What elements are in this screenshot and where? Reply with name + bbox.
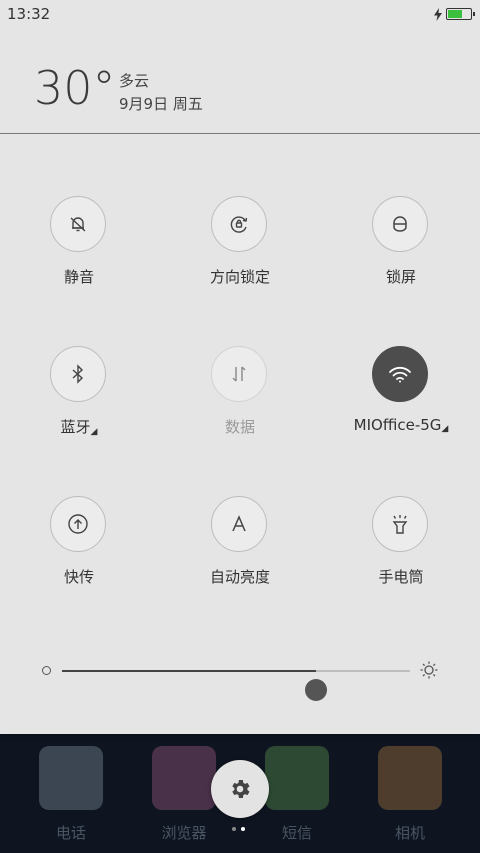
messages-app-icon[interactable] — [265, 746, 329, 810]
home-dock: 电话 浏览器 短信 相机 — [0, 734, 480, 853]
brightness-slider[interactable] — [0, 650, 480, 701]
tile-label: 方向锁定 — [209, 268, 270, 286]
upload-icon — [50, 496, 106, 552]
slider-thumb[interactable] — [305, 679, 328, 701]
weather-widget[interactable]: 30° 多云 9月9日 周五 — [0, 28, 480, 132]
tile-label: 快传 — [63, 568, 94, 586]
tile-label: 锁屏 — [385, 268, 416, 286]
divider — [0, 133, 480, 134]
lock-icon — [372, 196, 428, 252]
app-label: 短信 — [281, 824, 312, 842]
phone-app-icon[interactable] — [39, 746, 103, 810]
gear-icon — [232, 780, 250, 798]
status-icons — [434, 6, 475, 22]
tile-label: 自动亮度 — [209, 568, 270, 586]
tile-auto-brightness[interactable]: 自动亮度 — [170, 496, 310, 596]
temperature: 30° — [34, 61, 116, 115]
camera-app-icon[interactable] — [378, 746, 442, 810]
tile-flashlight[interactable]: 手电筒 — [331, 496, 471, 596]
page-indicator — [232, 827, 245, 831]
page-dot-active — [241, 827, 245, 831]
settings-button[interactable] — [211, 760, 269, 818]
slider-fill — [62, 670, 317, 672]
bluetooth-icon — [50, 346, 106, 402]
page-dot — [232, 827, 236, 831]
flashlight-icon — [372, 496, 428, 552]
tile-label: MIOffice-5G◢ — [353, 416, 449, 434]
tile-silent[interactable]: 静音 — [9, 196, 149, 296]
brightness-low-icon — [42, 666, 51, 675]
expand-indicator-icon: ◢ — [90, 427, 98, 437]
tile-label: 数据 — [224, 418, 255, 436]
tile-rotation-lock[interactable]: 方向锁定 — [170, 196, 310, 296]
notification-shade: 13:32 30° 多云 9月9日 周五 静音 方向锁定 锁屏 蓝牙◢ 数据 M… — [0, 0, 480, 734]
wifi-icon — [372, 346, 428, 402]
weather-condition: 多云 — [119, 72, 150, 90]
charging-bolt-icon — [434, 7, 442, 21]
battery-fill — [448, 10, 462, 18]
app-label: 电话 — [55, 824, 86, 842]
tile-label: 手电筒 — [378, 568, 424, 586]
battery-icon — [446, 8, 475, 20]
tile-label: 蓝牙◢ — [60, 418, 98, 437]
bell-off-icon — [50, 196, 106, 252]
tile-wifi[interactable]: MIOffice-5G◢ — [331, 346, 471, 446]
tile-bluetooth[interactable]: 蓝牙◢ — [9, 346, 149, 446]
tile-data[interactable]: 数据 — [170, 346, 310, 446]
tile-label: 静音 — [63, 268, 94, 286]
date-label: 9月9日 周五 — [119, 95, 203, 113]
auto-brightness-icon — [211, 496, 267, 552]
rotation-lock-icon — [211, 196, 267, 252]
tile-lock-screen[interactable]: 锁屏 — [331, 196, 471, 296]
tile-quick-share[interactable]: 快传 — [9, 496, 149, 596]
expand-indicator-icon: ◢ — [441, 424, 449, 434]
slider-track[interactable] — [62, 670, 410, 701]
data-arrows-icon — [211, 346, 267, 402]
app-label: 相机 — [394, 824, 425, 842]
brightness-high-icon — [420, 661, 438, 679]
app-label: 浏览器 — [161, 824, 207, 842]
status-bar: 13:32 — [0, 0, 480, 28]
status-time: 13:32 — [7, 5, 51, 23]
browser-app-icon[interactable] — [152, 746, 216, 810]
